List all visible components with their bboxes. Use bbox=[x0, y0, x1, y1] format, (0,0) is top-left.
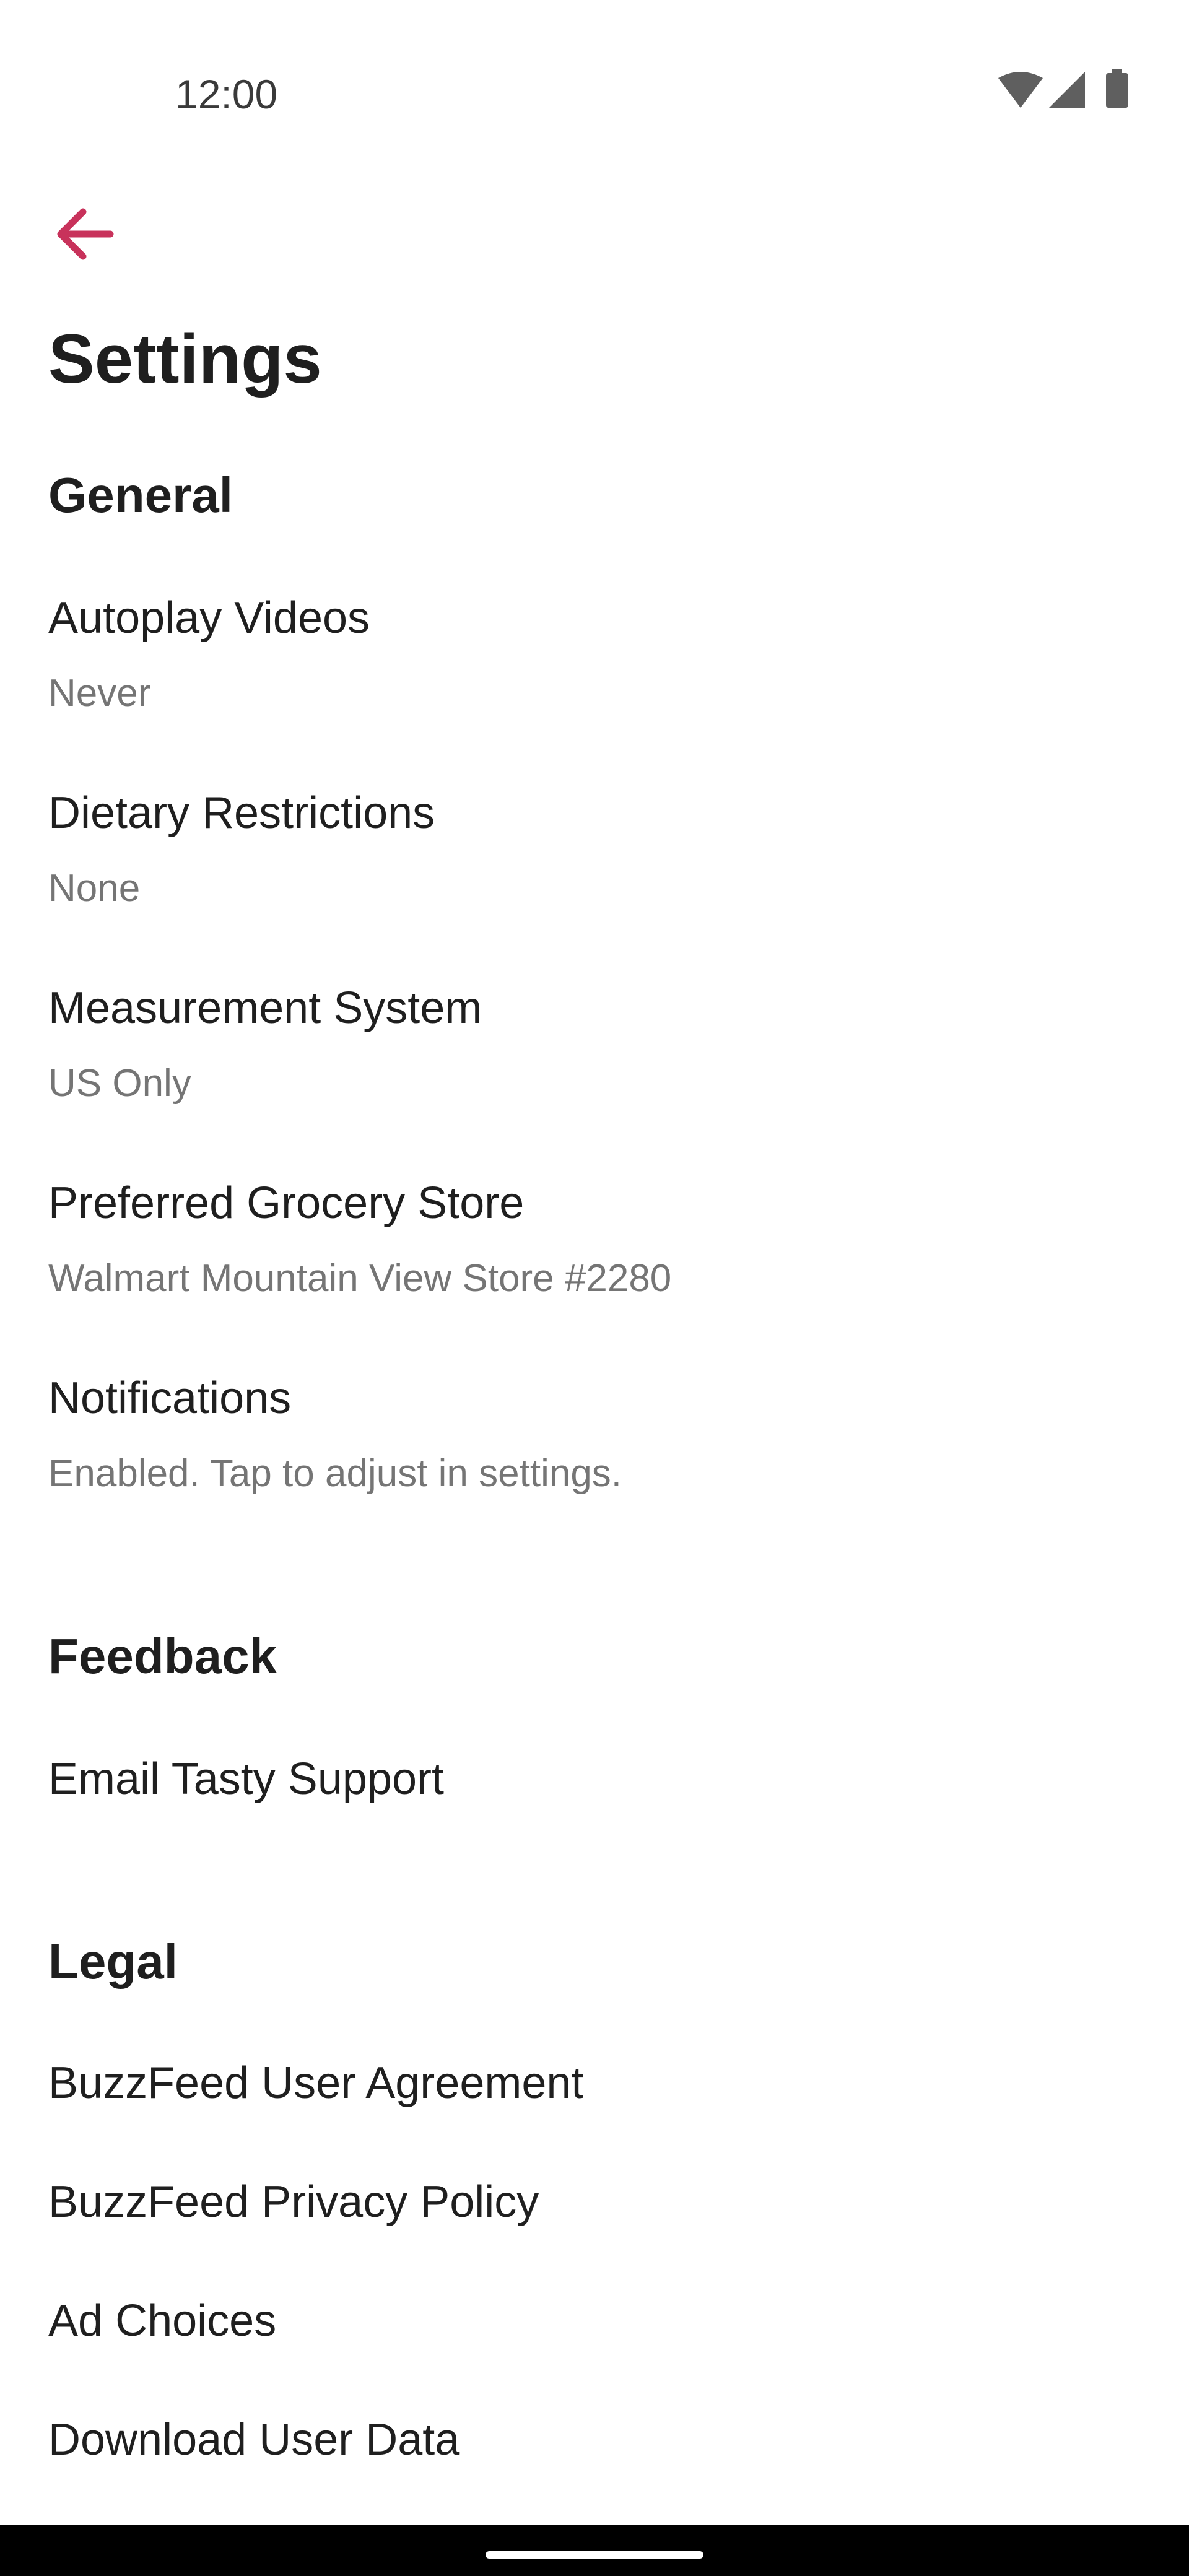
link-buzzfeed-privacy-policy[interactable]: BuzzFeed Privacy Policy bbox=[0, 2172, 1189, 2240]
section-header-general: General bbox=[48, 468, 233, 523]
link-title: Download User Data bbox=[48, 2415, 460, 2465]
status-icons bbox=[998, 69, 1137, 109]
back-button[interactable] bbox=[48, 197, 123, 271]
link-ad-choices[interactable]: Ad Choices bbox=[0, 2291, 1189, 2359]
setting-preferred-grocery-store[interactable]: Preferred Grocery Store Walmart Mountain… bbox=[0, 1173, 1189, 1328]
link-title: BuzzFeed User Agreement bbox=[48, 2058, 584, 2108]
setting-notifications[interactable]: Notifications Enabled. Tap to adjust in … bbox=[0, 1368, 1189, 1523]
section-header-legal: Legal bbox=[48, 1934, 178, 1989]
link-buzzfeed-user-agreement[interactable]: BuzzFeed User Agreement bbox=[0, 2053, 1189, 2121]
battery-icon bbox=[1106, 69, 1128, 108]
signal-icon bbox=[1049, 72, 1085, 108]
status-time: 12:00 bbox=[175, 71, 278, 117]
setting-title: Notifications bbox=[48, 1373, 292, 1423]
setting-dietary-restrictions[interactable]: Dietary Restrictions None bbox=[0, 783, 1189, 938]
link-title: BuzzFeed Privacy Policy bbox=[48, 2177, 539, 2227]
setting-value: US Only bbox=[48, 1062, 191, 1105]
setting-title: Measurement System bbox=[48, 983, 482, 1033]
status-icons-svg bbox=[998, 69, 1128, 108]
setting-value: Enabled. Tap to adjust in settings. bbox=[48, 1452, 622, 1495]
section-header-feedback: Feedback bbox=[48, 1629, 277, 1684]
setting-autoplay-videos[interactable]: Autoplay Videos Never bbox=[0, 588, 1189, 743]
setting-value: None bbox=[48, 867, 141, 910]
wifi-icon bbox=[998, 72, 1043, 108]
setting-value: Walmart Mountain View Store #2280 bbox=[48, 1257, 672, 1300]
setting-title: Preferred Grocery Store bbox=[48, 1178, 525, 1228]
setting-title: Dietary Restrictions bbox=[48, 788, 435, 838]
setting-measurement-system[interactable]: Measurement System US Only bbox=[0, 978, 1189, 1133]
home-indicator[interactable] bbox=[486, 2551, 703, 2559]
setting-title: Email Tasty Support bbox=[48, 1754, 444, 1804]
link-download-user-data[interactable]: Download User Data bbox=[0, 2410, 1189, 2478]
link-title: Ad Choices bbox=[48, 2296, 277, 2346]
page-title: Settings bbox=[48, 320, 322, 398]
setting-title: Autoplay Videos bbox=[48, 593, 370, 643]
status-bar: 12:00 bbox=[0, 0, 1189, 186]
system-nav-bar bbox=[0, 2525, 1189, 2576]
setting-email-tasty-support[interactable]: Email Tasty Support bbox=[0, 1749, 1189, 1817]
arrow-left-icon bbox=[57, 208, 114, 260]
setting-value: Never bbox=[48, 672, 151, 715]
